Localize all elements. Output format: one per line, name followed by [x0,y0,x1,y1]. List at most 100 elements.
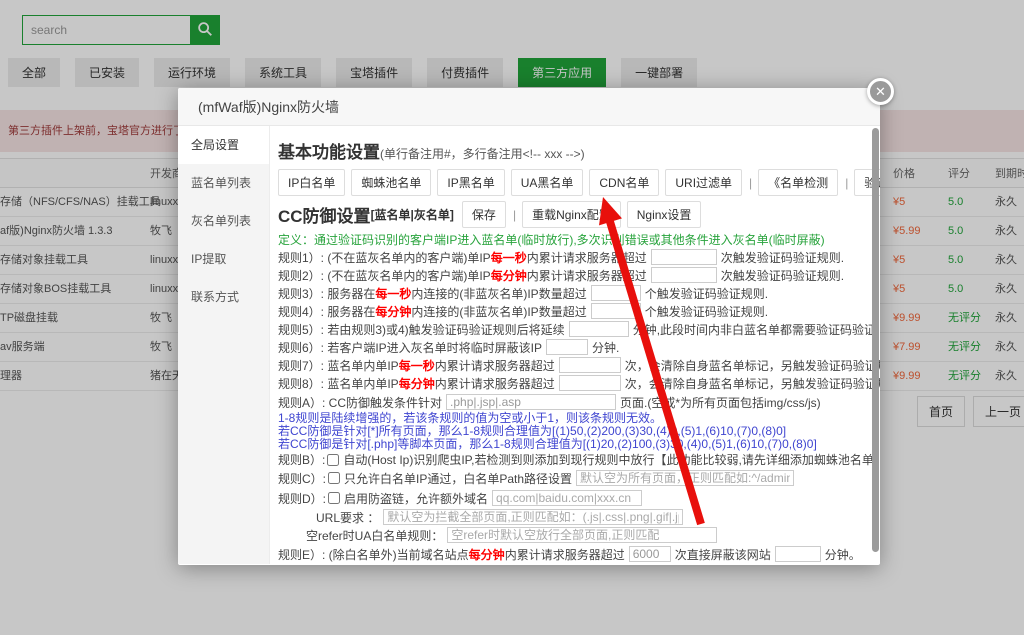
rule-a-post: 页面.(空或*为所有页面包括img/css/js) [620,394,821,411]
rule-b-text: 自动(Host Ip)识别爬虫IP,若检测到则添加到现行规则中放行【此功能比较弱… [343,451,880,468]
rule-5-text: 规则5）: 若由规则3)或4)触发验证码验证规则后将延续 [278,321,565,338]
rule-d-checkbox[interactable] [328,492,340,504]
rule-2-text: 规则2）: (不在蓝灰名单内的客户端)单IP [278,267,491,284]
rule-4-input[interactable] [591,303,641,319]
rule-2-mid: 内累计请求服务器超过 [527,267,647,284]
rule-4-post: 个触发验证码验证规则. [645,303,768,320]
rules-hint-line-3: 若CC防御是针对[.php]等脚本页面，那么1-8规则合理值为[(1)20,(2… [278,438,866,451]
rule-1-mid: 内累计请求服务器超过 [527,249,647,266]
rule-8-mid: 内累计请求服务器超过 [435,375,555,392]
sidebar-item-blue-list[interactable]: 蓝名单列表 [178,164,269,202]
rule-b-row: 规则B）:自动(Host Ip)识别爬虫IP,若检测到则添加到现行规则中放行【此… [278,451,866,468]
rule-c-row: 规则C）: 只允许白名单IP通过，白名单Path路径设置 [278,468,866,488]
rule-4-row: 规则4）: 服务器在每分钟内连接的(非蓝灰名单)IP数量超过 个触发验证码验证规则… [278,302,866,320]
rule-e-text: 规则E）: (除白名单外)当前域名站点 [278,546,469,563]
cc-defense-heading: CC防御设置 [蓝名单|灰名单] 保存 | 重载Nginx配置 Nginx设置 [278,201,866,228]
rule-a-input[interactable] [446,394,616,410]
rule-5-input[interactable] [569,321,629,337]
sidebar-item-contact[interactable]: 联系方式 [178,278,269,316]
rule-7-input[interactable] [559,357,621,373]
rule-1-red: 每一秒 [491,249,527,266]
app-store-page: { "accent_color": "#20a53a", "topbar": {… [0,0,1024,635]
btn-ip-whitelist[interactable]: IP白名单 [278,169,345,196]
sidebar-item-ip-extract[interactable]: IP提取 [178,240,269,278]
rule-6-text: 规则6）: 若客户端IP进入灰名单时将临时屏蔽该IP [278,339,542,356]
btn-spider-pool[interactable]: 蜘蛛池名单 [351,169,431,196]
rule-1-row: 规则1）: (不在蓝灰名单内的客户端)单IP每一秒内累计请求服务器超过 次触发验证… [278,248,866,266]
rule-e-mid: 内累计请求服务器超过 [505,546,625,563]
rule-d-text: 启用防盗链，允许额外域名 [344,490,488,507]
basic-settings-title: 基本功能设置 [278,138,380,163]
btn-reload-nginx[interactable]: 重载Nginx配置 [522,201,621,228]
rule-3-row: 规则3）: 服务器在每一秒内连接的(非蓝灰名单)IP数量超过个触发验证码验证规则… [278,284,866,302]
cc-defense-tag: [蓝名单|灰名单] [371,206,454,223]
cc-definition-text: 定义：通过验证码识别的客户端IP进入蓝名单(临时放行),多次识别错误或其他条件进… [278,232,866,248]
rule-7-red: 每一秒 [399,357,435,374]
btn-ip-blacklist[interactable]: IP黑名单 [437,169,504,196]
rule-1-text: 规则1）: (不在蓝灰名单内的客户端)单IP [278,249,491,266]
nginx-firewall-modal: ✕ (mfWaf版)Nginx防火墙 全局设置 蓝名单列表 灰名单列表 IP提取… [178,88,880,565]
rule-1-input[interactable] [651,249,717,265]
rule-d-url-input[interactable] [383,509,683,525]
rule-5-post: 分钟,此段时间内非白蓝名单都需要验证码验证. [633,321,880,338]
rule-a-text: 规则A）: CC防御触发条件针对 [278,394,442,411]
btn-save[interactable]: 保存 [462,201,506,228]
btn-uri-filter[interactable]: URI过滤单 [665,169,742,196]
rule-8-text: 规则8）: 蓝名单内单IP [278,375,399,392]
separator: | [845,176,848,190]
btn-cdn-list[interactable]: CDN名单 [589,169,659,196]
rule-3-input[interactable] [591,285,641,301]
basic-buttons-row: IP白名单 蜘蛛池名单 IP黑名单 UA黑名单 CDN名单 URI过滤单 | 《… [278,169,866,196]
rule-7-text: 规则7）: 蓝名单内单IP [278,357,399,374]
rule-4-text: 规则4）: 服务器在 [278,303,375,320]
modal-sidebar: 全局设置 蓝名单列表 灰名单列表 IP提取 联系方式 [178,126,270,564]
rule-7-mid: 内累计请求服务器超过 [435,357,555,374]
sidebar-item-gray-list[interactable]: 灰名单列表 [178,202,269,240]
rule-d-refer-input[interactable] [447,527,717,543]
rule-3-text: 规则3）: 服务器在 [278,285,375,302]
separator: | [513,208,516,222]
btn-nginx-settings[interactable]: Nginx设置 [627,201,702,228]
rule-c-checkbox[interactable] [328,472,340,484]
rule-3-red: 每一秒 [375,285,411,302]
rule-7-post: 次，会清除自身蓝名单标记，另触发验证码验证规则. [625,357,880,374]
rule-2-post: 次触发验证码验证规则. [721,267,844,284]
rule-b-checkbox[interactable] [327,454,339,466]
btn-list-check[interactable]: 《名单检测 [758,169,838,196]
rule-4-red: 每分钟 [375,303,411,320]
rule-d-refer-row: 空refer时UA白名单规则： [278,526,866,544]
rule-b-label: 规则B）: [278,451,325,468]
modal-title: (mfWaf版)Nginx防火墙 [178,88,880,126]
rule-8-input[interactable] [559,375,621,391]
modal-close-button[interactable]: ✕ [867,78,894,105]
rule-c-label: 规则C）: [278,470,326,487]
rule-e-red: 每分钟 [469,546,505,563]
rule-c-input[interactable] [576,470,794,486]
rule-1-post: 次触发验证码验证规则. [721,249,844,266]
rule-a-row: 规则A）: CC防御触发条件针对 页面.(空或*为所有页面包括img/css/js… [278,392,866,412]
rule-e-row: 规则E）: (除白名单外)当前域名站点每分钟内累计请求服务器超过次直接屏蔽该网站… [278,544,866,564]
rule-3-post: 个触发验证码验证规则. [645,285,768,302]
rule-e-input-threshold[interactable] [629,546,671,562]
modal-scrollbar-thumb[interactable] [872,128,879,552]
rule-d-input[interactable] [492,490,642,506]
rule-d-row: 规则D）: 启用防盗链，允许额外域名 [278,488,866,508]
rule-8-row: 规则8）: 蓝名单内单IP每分钟内累计请求服务器超过次，会清除自身蓝名单标记，另… [278,374,866,392]
rule-6-post: 分钟. [592,339,619,356]
rule-2-row: 规则2）: (不在蓝灰名单内的客户端)单IP每分钟内累计请求服务器超过 次触发验证… [278,266,866,284]
sidebar-item-global-settings[interactable]: 全局设置 [178,126,269,164]
rule-e-input-minutes[interactable] [775,546,821,562]
rule-c-text: 只允许白名单IP通过，白名单Path路径设置 [344,470,572,487]
rule-4-mid: 内连接的(非蓝灰名单)IP数量超过 [411,303,586,320]
rule-d-url-label: URL要求 ： [316,509,379,526]
rule-8-post: 次，会清除自身蓝名单标记，另触发验证码验证规则. [625,375,880,392]
rule-d-label: 规则D）: [278,490,326,507]
btn-ua-blacklist[interactable]: UA黑名单 [511,169,584,196]
basic-settings-hint: (单行备注用#，多行备注用<!-- xxx -->) [380,145,585,162]
rule-6-row: 规则6）: 若客户端IP进入灰名单时将临时屏蔽该IP 分钟. [278,338,866,356]
rule-e-post: 分钟。 [825,546,861,563]
rule-2-input[interactable] [651,267,717,283]
rule-d-url-row: URL要求 ： [278,508,866,526]
rule-6-input[interactable] [546,339,588,355]
rule-2-red: 每分钟 [491,267,527,284]
